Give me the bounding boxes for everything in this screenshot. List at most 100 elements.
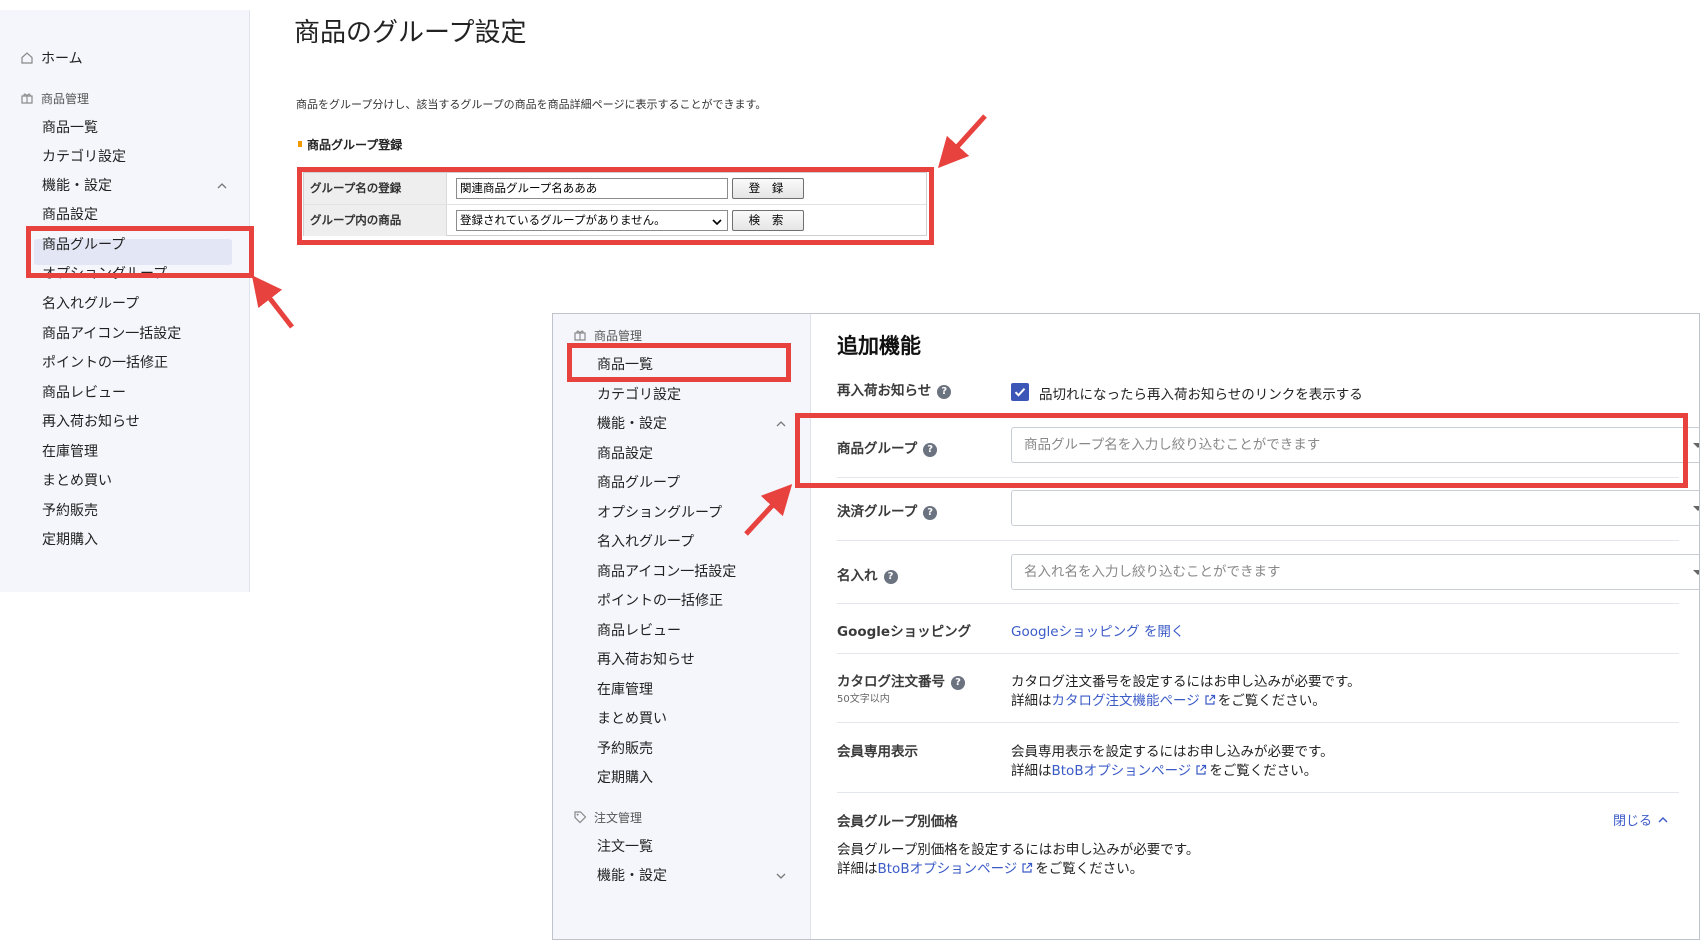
- help-icon[interactable]: ?: [951, 676, 965, 690]
- catalog-info-text: カタログ注文番号を設定するにはお申し込みが必要です。: [1011, 674, 1361, 690]
- sidebar-item-features[interactable]: 機能・設定: [42, 174, 112, 198]
- sidebar-item-bulk-buy[interactable]: まとめ買い: [42, 469, 112, 493]
- sidebar-item-reviews[interactable]: 商品レビュー: [42, 381, 126, 405]
- register-button[interactable]: 登 録: [732, 178, 804, 199]
- sidebar-item-name-group[interactable]: 名入れグループ: [42, 292, 139, 316]
- sidebar-section-label: 注文管理: [594, 811, 643, 825]
- chevron-up-icon[interactable]: [216, 180, 228, 192]
- page-description: 商品をグループ分けし、該当するグループの商品を商品詳細ページに表示することができ…: [296, 98, 767, 111]
- member-only-label: 会員専用表示: [837, 744, 918, 760]
- close-toggle[interactable]: 閉じる: [1613, 810, 1671, 829]
- sidebar-item-subscription[interactable]: 定期購入: [597, 766, 653, 790]
- google-shopping-link[interactable]: Googleショッピング を開く: [1011, 620, 1184, 640]
- sidebar-item-inventory[interactable]: 在庫管理: [42, 440, 98, 464]
- engraving-label: 名入れ?: [837, 564, 898, 584]
- member-price-info-detail: 詳細はBtoBオプションページ をご覧ください。: [837, 857, 1143, 877]
- section-marker: [298, 141, 302, 147]
- detail-suffix: をご覧ください。: [1209, 763, 1318, 779]
- btob-option-link[interactable]: BtoBオプションページ: [1052, 763, 1192, 779]
- sidebar-item-features[interactable]: 機能・設定: [597, 412, 667, 436]
- product-group-placeholder: 商品グループ名を入力し絞り込むことができます: [1024, 437, 1321, 453]
- external-link-icon[interactable]: [1195, 764, 1207, 776]
- sidebar-item-order-features[interactable]: 機能・設定: [597, 864, 667, 888]
- sidebar-item-home[interactable]: ホーム: [20, 47, 83, 71]
- btob-option-link[interactable]: BtoBオプションページ: [878, 861, 1018, 877]
- checkbox-checked-icon: [1014, 388, 1026, 397]
- sidebar-item-product-list[interactable]: 商品一覧: [597, 353, 653, 377]
- help-icon[interactable]: ?: [923, 443, 938, 457]
- member-price-info-text: 会員グループ別価格を設定するにはお申し込みが必要です。: [837, 842, 1200, 858]
- sidebar-item-preorder[interactable]: 予約販売: [597, 737, 653, 761]
- catalog-number-label: カタログ注文番号?: [837, 670, 965, 690]
- additional-features-panel: 追加機能 再入荷お知らせ? 品切れになったら再入荷お知らせのリンクを表示する 商…: [811, 314, 1699, 939]
- help-icon[interactable]: ?: [923, 506, 938, 520]
- catalog-feature-link[interactable]: カタログ注文機能ページ: [1052, 693, 1200, 709]
- sidebar-item-subscription[interactable]: 定期購入: [42, 528, 98, 552]
- form-row-group-products: グループ内の商品 登録されているグループがありません。 検 索: [304, 204, 926, 236]
- member-info-detail: 詳細はBtoBオプションページ をご覧ください。: [1011, 759, 1317, 779]
- sidebar-item-bulk-buy[interactable]: まとめ買い: [597, 707, 667, 731]
- sidebar-item-icon-bulk[interactable]: 商品アイコン一括設定: [597, 560, 736, 584]
- sidebar-item-option-group[interactable]: オプショングループ: [42, 262, 167, 286]
- engraving-placeholder: 名入れ名を入力し絞り込むことができます: [1024, 564, 1281, 580]
- external-link-icon[interactable]: [1021, 862, 1033, 874]
- form-label-group-products: グループ内の商品: [304, 205, 447, 236]
- new-admin-screenshot: 商品管理 商品一覧 カテゴリ設定 機能・設定 商品設定 商品グループ オプション…: [552, 313, 1700, 940]
- product-group-label-text: 商品グループ: [837, 441, 918, 457]
- catalog-number-limit: 50文字以内: [837, 694, 890, 705]
- detail-suffix: をご覧ください。: [1035, 861, 1144, 877]
- sidebar-item-reviews[interactable]: 商品レビュー: [597, 619, 681, 643]
- catalog-number-label-text: カタログ注文番号: [837, 674, 945, 690]
- sidebar-section-products[interactable]: 商品管理: [20, 87, 89, 111]
- sidebar-item-product-group[interactable]: 商品グループ: [597, 471, 680, 495]
- sidebar-item-inventory[interactable]: 在庫管理: [597, 678, 653, 702]
- product-group-select[interactable]: 商品グループ名を入力し絞り込むことができます: [1011, 427, 1699, 463]
- gift-icon: [573, 328, 587, 342]
- caret-down-icon: [1693, 570, 1699, 575]
- sidebar-item-icon-bulk[interactable]: 商品アイコン一括設定: [42, 322, 181, 346]
- divider: [837, 477, 1679, 478]
- catalog-info-detail: 詳細はカタログ注文機能ページ をご覧ください。: [1011, 689, 1326, 709]
- sidebar-item-restock[interactable]: 再入荷お知らせ: [42, 410, 140, 434]
- page-title: 商品のグループ設定: [294, 18, 527, 48]
- sidebar-item-points[interactable]: ポイントの一括修正: [597, 589, 723, 613]
- engraving-select[interactable]: 名入れ名を入力し絞り込むことができます: [1011, 554, 1699, 590]
- sidebar-item-order-list[interactable]: 注文一覧: [597, 835, 653, 859]
- section-heading-label: 商品グループ登録: [307, 138, 403, 152]
- home-icon: [20, 51, 34, 65]
- arrow-annotation: [251, 275, 294, 329]
- search-button[interactable]: 検 索: [732, 210, 804, 231]
- sidebar-item-restock[interactable]: 再入荷お知らせ: [597, 648, 695, 672]
- sidebar-item-name-group[interactable]: 名入れグループ: [597, 530, 694, 554]
- group-select[interactable]: 登録されているグループがありません。: [456, 210, 728, 231]
- restock-checkbox-label[interactable]: 品切れになったら再入荷お知らせのリンクを表示する: [1039, 383, 1363, 403]
- restock-checkbox[interactable]: [1011, 383, 1029, 401]
- arrow-annotation: [937, 114, 987, 169]
- sidebar-item-category[interactable]: カテゴリ設定: [597, 383, 681, 407]
- help-icon[interactable]: ?: [883, 570, 898, 584]
- member-group-price-label: 会員グループ別価格: [837, 814, 958, 830]
- help-icon[interactable]: ?: [937, 385, 952, 399]
- sidebar-item-product-list[interactable]: 商品一覧: [42, 116, 98, 140]
- sidebar-item-product-settings[interactable]: 商品設定: [597, 442, 653, 466]
- detail-prefix: 詳細は: [837, 861, 878, 877]
- sidebar-item-points[interactable]: ポイントの一括修正: [42, 351, 168, 375]
- external-link-icon[interactable]: [1204, 694, 1216, 706]
- sidebar-item-category[interactable]: カテゴリ設定: [42, 145, 126, 169]
- sidebar-item-option-group[interactable]: オプショングループ: [597, 501, 722, 525]
- sidebar-section-orders[interactable]: 注文管理: [573, 806, 642, 830]
- sidebar-section-products[interactable]: 商品管理: [573, 324, 642, 348]
- payment-group-select[interactable]: [1011, 490, 1699, 526]
- sidebar-item-label: ホーム: [41, 51, 83, 67]
- sidebar-top-left: ホーム 商品管理 商品一覧 カテゴリ設定 機能・設定 商品設定 商品グループ オ…: [0, 10, 250, 592]
- sidebar-item-product-settings[interactable]: 商品設定: [42, 203, 98, 227]
- chevron-down-icon[interactable]: [775, 870, 787, 882]
- sidebar-item-preorder[interactable]: 予約販売: [42, 499, 98, 523]
- restock-label-text: 再入荷お知らせ: [837, 383, 932, 399]
- restock-label: 再入荷お知らせ?: [837, 379, 952, 399]
- divider: [837, 792, 1679, 793]
- chevron-up-icon[interactable]: [775, 418, 787, 430]
- sidebar-item-product-group[interactable]: 商品グループ: [42, 233, 125, 257]
- group-name-input[interactable]: 関連商品グループ名あああ: [456, 178, 728, 199]
- sidebar-section-label: 商品管理: [594, 329, 643, 343]
